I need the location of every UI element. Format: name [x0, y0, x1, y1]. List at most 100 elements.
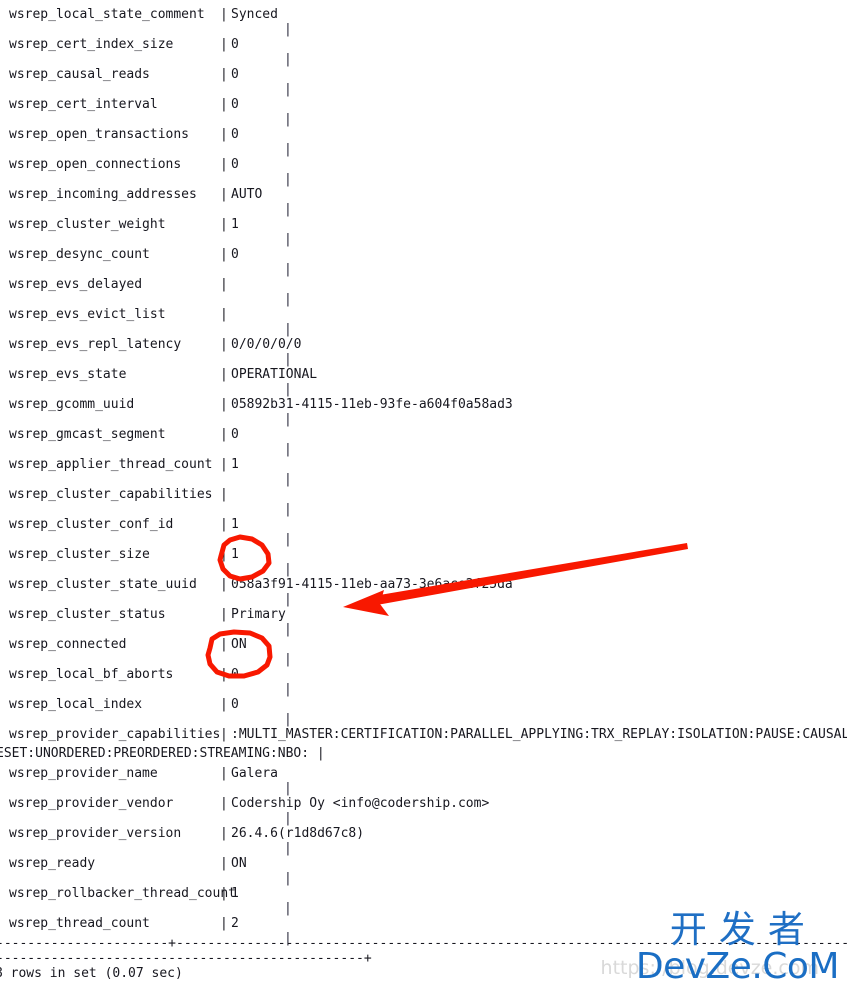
variable-value: 0: [231, 127, 239, 142]
variable-value: 1: [231, 886, 239, 901]
variable-value: 1: [231, 457, 239, 472]
variable-name: wsrep_gcomm_uuid: [9, 397, 135, 412]
column-separator: |: [220, 886, 228, 901]
column-separator: |: [220, 157, 228, 172]
column-separator: |: [220, 547, 228, 562]
column-separator: |: [220, 457, 228, 472]
column-separator: |: [220, 307, 228, 322]
table-row: wsrep_cluster_weight | 1 |: [0, 210, 847, 247]
column-separator: |: [220, 427, 228, 442]
variable-name: wsrep_evs_state: [9, 367, 127, 382]
column-separator: |: [220, 397, 228, 412]
variable-name: wsrep_ready: [9, 856, 96, 871]
variable-name: wsrep_provider_version: [9, 826, 182, 841]
watermark: 开发者 DevZe.CoM: [635, 908, 840, 987]
variable-name: wsrep_causal_reads: [9, 67, 150, 82]
column-separator: |: [220, 637, 228, 652]
table-row: wsrep_evs_evict_list | |: [0, 300, 847, 337]
column-separator: |: [220, 697, 228, 712]
column-separator: |: [220, 337, 228, 352]
variable-value: Galera: [231, 766, 278, 781]
variable-value: 2: [231, 916, 239, 931]
table-row: wsrep_cluster_state_uuid | 058a3f91-4115-1…: [0, 570, 847, 607]
variable-name: wsrep_cert_interval: [9, 97, 158, 112]
variable-value: 1: [231, 217, 239, 232]
variable-name: wsrep_cluster_size: [9, 547, 150, 562]
variable-name: wsrep_gmcast_segment: [9, 427, 166, 442]
column-separator: |: [220, 187, 228, 202]
table-row: wsrep_evs_delayed | |: [0, 270, 847, 307]
variable-value: :MULTI_MASTER:CERTIFICATION:PARALLEL_APP…: [231, 727, 847, 742]
variable-value: 1: [231, 517, 239, 532]
table-row: wsrep_connected | ON |: [0, 630, 847, 667]
column-separator: |: [220, 826, 228, 841]
variable-value: 0: [231, 67, 239, 82]
capabilities-wrap-line: ESET:UNORDERED:PREORDERED:STREAMING:NBO:…: [0, 746, 325, 761]
variable-name: wsrep_open_transactions: [9, 127, 190, 142]
variable-value: 0: [231, 157, 239, 172]
variable-value: 0: [231, 697, 239, 712]
variable-name: wsrep_connected: [9, 637, 127, 652]
table-row: wsrep_local_index | 0 |: [0, 690, 847, 727]
table-row: wsrep_gcomm_uuid | 05892b31-4115-11eb-93fe…: [0, 390, 847, 427]
table-row: wsrep_local_bf_aborts | 0 |: [0, 660, 847, 697]
variable-value: 26.4.6(r1d8d67c8): [231, 826, 365, 841]
variable-name: wsrep_evs_repl_latency: [9, 337, 182, 352]
variable-name: wsrep_applier_thread_count: [9, 457, 213, 472]
column-separator: |: [220, 277, 228, 292]
variable-name: wsrep_local_state_comment: [9, 7, 205, 22]
table-row: wsrep_cluster_capabilities | |: [0, 480, 847, 517]
variable-value: 0: [231, 37, 239, 52]
column-separator: |: [220, 7, 228, 22]
column-separator: |: [220, 67, 228, 82]
table-row: wsrep_provider_version | 26.4.6(r1d8d67c8)…: [0, 819, 847, 856]
table-row: wsrep_evs_repl_latency | 0/0/0/0/0 |: [0, 330, 847, 367]
variable-name: wsrep_cluster_status: [9, 607, 166, 622]
watermark-cn-text: 开发者: [669, 908, 817, 951]
column-separator: |: [220, 916, 228, 931]
variable-name: wsrep_incoming_addresses: [9, 187, 197, 202]
column-separator: |: [220, 856, 228, 871]
variable-name: wsrep_cluster_state_uuid: [9, 577, 197, 592]
column-separator: |: [220, 367, 228, 382]
variable-name: wsrep_thread_count: [9, 916, 150, 931]
table-row: wsrep_open_transactions | 0 |: [0, 120, 847, 157]
column-separator: |: [220, 217, 228, 232]
table-row: wsrep_evs_state | OPERATIONAL |: [0, 360, 847, 397]
variable-value: Primary: [231, 607, 286, 622]
table-row: wsrep_cluster_conf_id | 1 |: [0, 510, 847, 547]
variable-value: ON: [231, 637, 247, 652]
variable-name: wsrep_local_index: [9, 697, 143, 712]
variable-name: wsrep_cluster_conf_id: [9, 517, 174, 532]
column-separator: |: [220, 667, 228, 682]
variable-value: OPERATIONAL: [231, 367, 318, 382]
column-separator: |: [220, 577, 228, 592]
table-row: wsrep_cert_interval | 0 |: [0, 90, 847, 127]
table-row: wsrep_desync_count | 0 |: [0, 240, 847, 277]
table-row: wsrep_cert_index_size | 0 |: [0, 30, 847, 67]
variable-value: 0: [231, 667, 239, 682]
variable-value: 058a3f91-4115-11eb-aa73-3e6ace2f25da: [231, 577, 513, 592]
table-rule-bottom: ----------------------------------------…: [0, 951, 372, 966]
table-row: wsrep_rollbacker_thread_count | 1 |: [0, 879, 847, 916]
table-row: wsrep_applier_thread_count | 1 |: [0, 450, 847, 487]
variable-name: wsrep_desync_count: [9, 247, 150, 262]
variable-name: wsrep_evs_delayed: [9, 277, 143, 292]
column-separator: |: [220, 127, 228, 142]
column-separator: |: [220, 796, 228, 811]
variable-value: 0: [231, 427, 239, 442]
variable-value: 1: [231, 547, 239, 562]
variable-name: wsrep_rollbacker_thread_count: [9, 886, 236, 901]
table-row: wsrep_local_state_comment | Synced |: [0, 0, 847, 37]
variable-value: 0: [231, 97, 239, 112]
watermark-en-text: DevZe.CoM: [635, 946, 840, 987]
column-separator: |: [220, 247, 228, 262]
variable-value: AUTO: [231, 187, 263, 202]
variable-name: wsrep_local_bf_aborts: [9, 667, 174, 682]
table-row: wsrep_incoming_addresses | AUTO |: [0, 180, 847, 217]
table-row: wsrep_ready | ON |: [0, 849, 847, 886]
variable-value: Synced: [231, 7, 278, 22]
variable-name: wsrep_cert_index_size: [9, 37, 174, 52]
variable-value: 05892b31-4115-11eb-93fe-a604f0a58ad3: [231, 397, 513, 412]
variable-name: wsrep_provider_name: [9, 766, 158, 781]
